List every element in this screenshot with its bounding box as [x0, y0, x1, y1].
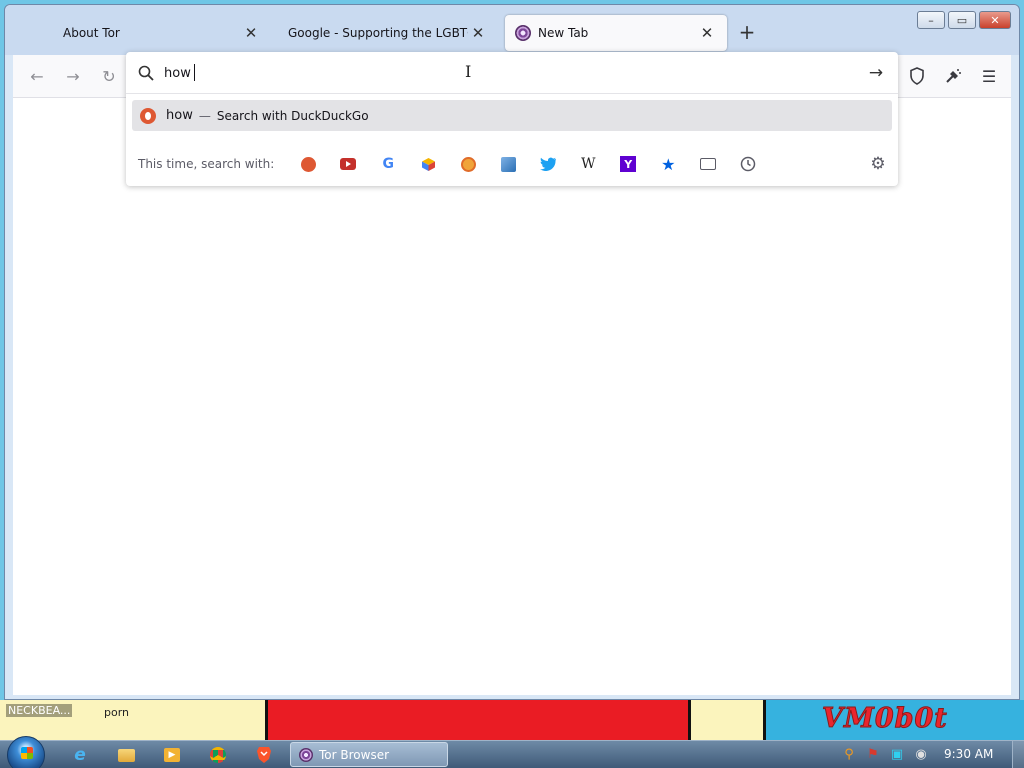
media-player-icon[interactable]: ▶: [160, 744, 184, 766]
text-cursor: [194, 64, 195, 81]
history-clock-icon[interactable]: [728, 150, 768, 178]
mouse-ibeam-cursor: I: [465, 62, 472, 81]
search-icon: [138, 65, 154, 81]
search-tray-icon[interactable]: ⚲: [840, 745, 858, 763]
chrome-icon[interactable]: [206, 744, 230, 766]
go-arrow-button[interactable]: →: [866, 63, 886, 83]
urlbar-input[interactable]: [164, 63, 844, 83]
tab-close-icon[interactable]: ✕: [241, 23, 261, 43]
brave-icon[interactable]: [252, 744, 276, 766]
wallpaper-logo: VM0b0t: [822, 703, 948, 735]
show-desktop-button[interactable]: [1012, 741, 1024, 768]
one-off-search-bar: This time, search with: G W Y ★ ⚙: [126, 146, 898, 182]
close-window-button[interactable]: ✕: [979, 11, 1011, 29]
minimize-button[interactable]: –: [917, 11, 945, 29]
tab-title: Google - Supporting the LGBTQ+ C: [288, 26, 468, 40]
youtube-engine-icon[interactable]: [328, 150, 368, 178]
desktop-icon-label[interactable]: NECKBEA...: [6, 704, 73, 717]
duckduckgo-icon: [140, 107, 156, 124]
internet-explorer-icon[interactable]: e: [68, 744, 92, 766]
wallpaper-yellow-panel-right: [688, 700, 766, 740]
one-offs-label: This time, search with:: [138, 157, 275, 171]
tab-close-icon[interactable]: ✕: [468, 23, 488, 43]
page-content: [13, 97, 1011, 695]
urlbar-dropdown: → how — Search with DuckDuckGo This time…: [126, 52, 898, 186]
action-center-flag-icon[interactable]: ⚑: [864, 745, 882, 763]
maximize-button[interactable]: ▭: [948, 11, 976, 29]
wikipedia-engine-icon[interactable]: W: [568, 150, 608, 178]
search-settings-gear-icon[interactable]: ⚙: [868, 154, 888, 174]
tor-browser-icon: [299, 747, 313, 762]
tab-title: New Tab: [538, 26, 589, 40]
tab-title: About Tor: [63, 26, 120, 40]
twitter-engine-icon[interactable]: [528, 150, 568, 178]
tab-about-tor[interactable]: About Tor ✕: [53, 15, 271, 51]
file-explorer-icon[interactable]: [114, 744, 138, 766]
forward-button[interactable]: →: [61, 65, 85, 87]
wikimedia-engine-icon[interactable]: [488, 150, 528, 178]
desktop-wallpaper: NECKBEA... porn VM0b0t: [0, 700, 1024, 740]
google-engine-icon[interactable]: G: [368, 150, 408, 178]
tab-google[interactable]: Google - Supporting the LGBTQ+ C ✕: [278, 15, 498, 51]
windows-flag-icon: [21, 747, 33, 759]
network-monitor-icon[interactable]: ▣: [888, 745, 906, 763]
taskbar-task-label: Tor Browser: [319, 747, 390, 762]
taskbar: e ▶ Tor Browser ⚲ ⚑ ▣ ◉ 9:30 AM: [0, 736, 1024, 768]
reload-button[interactable]: ↻: [97, 65, 121, 87]
yahoo-engine-icon[interactable]: Y: [608, 150, 648, 178]
start-button[interactable]: [7, 736, 45, 768]
search-suggestion-row[interactable]: how — Search with DuckDuckGo: [132, 100, 892, 131]
menu-icon[interactable]: ☰: [977, 65, 1001, 87]
blockchair-engine-icon[interactable]: [408, 150, 448, 178]
bookmarks-star-icon[interactable]: ★: [648, 150, 688, 178]
shield-icon[interactable]: [905, 65, 929, 87]
duckduckgo-engine-icon[interactable]: [288, 150, 328, 178]
suggestion-separator: —: [198, 108, 211, 123]
taskbar-clock[interactable]: 9:30 AM: [944, 747, 993, 761]
system-tray: ⚲ ⚑ ▣ ◉: [840, 745, 930, 763]
tab-new-tab[interactable]: New Tab ✕: [505, 15, 727, 51]
startpage-engine-icon[interactable]: [448, 150, 488, 178]
window-controls: – ▭ ✕: [917, 11, 1011, 29]
wallpaper-red-panel: [265, 700, 690, 740]
tab-strip: About Tor ✕ Google - Supporting the LGBT…: [5, 5, 1019, 55]
tabs-icon[interactable]: [688, 150, 728, 178]
new-tab-button[interactable]: +: [735, 21, 759, 45]
taskbar-tor-browser[interactable]: Tor Browser: [290, 742, 448, 767]
new-identity-icon[interactable]: [941, 65, 965, 87]
back-button[interactable]: ←: [25, 65, 49, 87]
suggestion-action: Search with DuckDuckGo: [216, 108, 369, 123]
suggestion-term: how: [166, 108, 193, 123]
tab-close-icon[interactable]: ✕: [697, 23, 717, 43]
urlbar-input-row: →: [126, 52, 898, 94]
volume-icon[interactable]: ◉: [912, 745, 930, 763]
tor-browser-icon: [515, 25, 531, 41]
wallpaper-text: porn: [104, 706, 130, 719]
